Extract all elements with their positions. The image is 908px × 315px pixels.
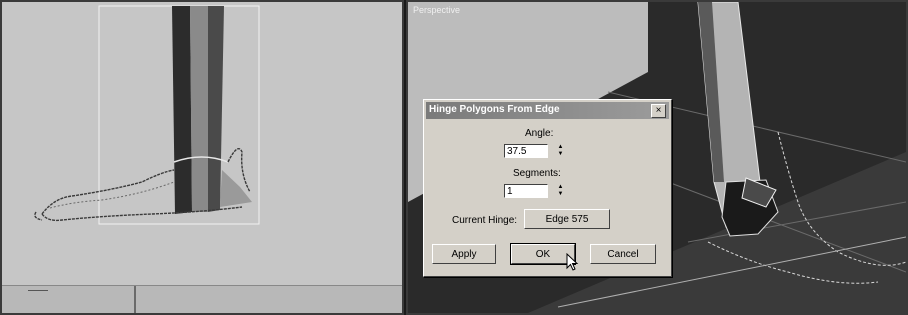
- leg-dark-side: [172, 6, 192, 214]
- apply-button[interactable]: Apply: [432, 244, 496, 264]
- left-viewport[interactable]: [0, 0, 404, 315]
- close-icon: ×: [655, 105, 662, 116]
- dialog-title: Hinge Polygons From Edge: [429, 104, 560, 115]
- foot-outline-inner: [49, 181, 175, 209]
- current-hinge-button[interactable]: Edge 575: [524, 209, 610, 229]
- spinner-up-icon: ▲: [557, 144, 564, 150]
- close-button[interactable]: ×: [651, 104, 666, 118]
- leg-mid: [190, 6, 208, 212]
- bar-mark: [28, 290, 48, 291]
- hinge-polygons-dialog: Hinge Polygons From Edge × Angle: 37.5 ▲…: [423, 99, 672, 277]
- segments-label: Segments:: [513, 168, 561, 179]
- segments-spinner[interactable]: ▲ ▼: [556, 184, 565, 198]
- angle-label: Angle:: [525, 128, 554, 139]
- heel-light: [220, 170, 252, 207]
- mouse-pointer-icon: [566, 253, 579, 271]
- spinner-down-icon: ▼: [557, 151, 564, 157]
- angle-spinner[interactable]: ▲ ▼: [556, 144, 565, 158]
- bar-divider: [134, 286, 136, 313]
- segments-input[interactable]: 1: [504, 184, 548, 198]
- spinner-down-icon: ▼: [557, 191, 564, 197]
- viewport-label[interactable]: Perspective: [413, 5, 460, 15]
- current-hinge-label: Current Hinge:: [452, 215, 518, 226]
- spinner-up-icon: ▲: [557, 184, 564, 190]
- left-viewport-scene: [34, 5, 260, 225]
- dialog-titlebar[interactable]: Hinge Polygons From Edge ×: [426, 102, 669, 119]
- left-viewport-bottom-bar: [2, 285, 402, 313]
- cancel-button[interactable]: Cancel: [590, 244, 656, 264]
- angle-input[interactable]: 37.5: [504, 144, 548, 158]
